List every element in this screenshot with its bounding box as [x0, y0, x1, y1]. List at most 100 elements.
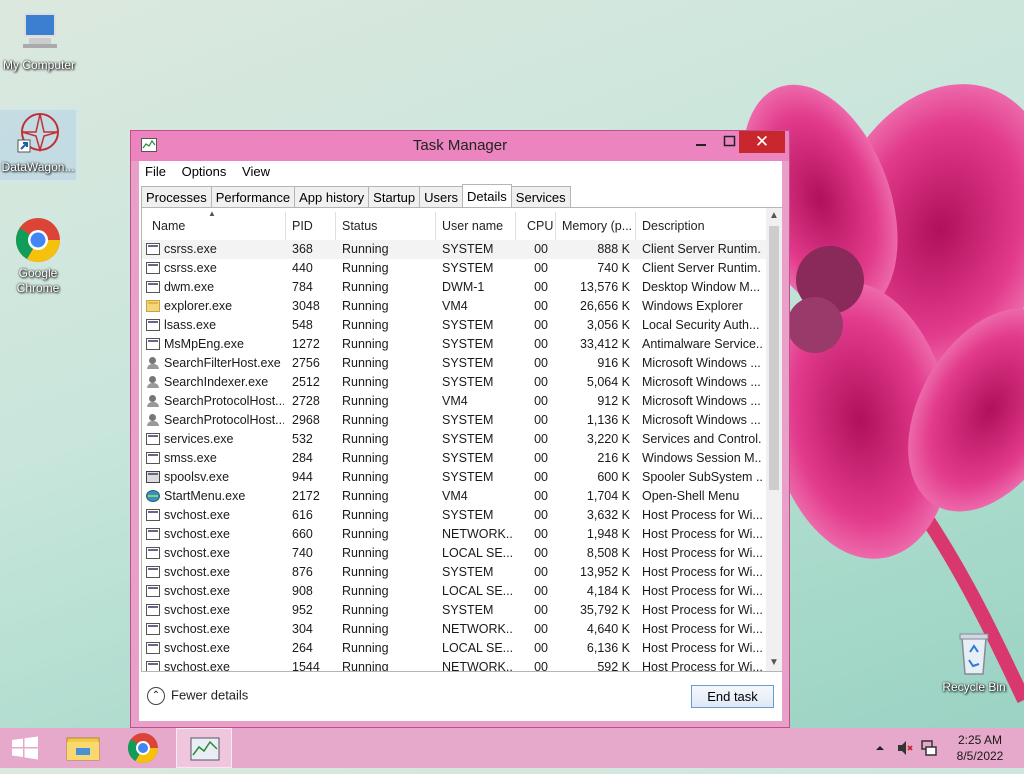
table-row[interactable]: svchost.exe 952 Running SYSTEM 00 35,792 K Hos… — [142, 601, 766, 620]
column-divider[interactable] — [515, 212, 516, 240]
start-button[interactable] — [0, 728, 56, 768]
column-header-user-name[interactable]: User name — [442, 219, 503, 233]
tab-performance[interactable]: Performance — [210, 186, 296, 207]
tab-startup[interactable]: Startup — [368, 186, 421, 207]
column-header-pid[interactable]: PID — [292, 219, 313, 233]
table-row[interactable]: explorer.exe 3048 Running VM4 00 26,656 K Wind… — [142, 297, 766, 316]
column-divider[interactable] — [635, 212, 636, 240]
tab-services[interactable]: Services — [510, 186, 571, 207]
vertical-scrollbar[interactable]: ▲ ▼ — [766, 208, 782, 671]
tab-processes[interactable]: Processes — [141, 186, 212, 207]
column-header-name[interactable]: Name — [152, 219, 185, 233]
cell-name: SearchIndexer.exe — [164, 375, 269, 389]
desktop-icon-label: Google Chrome — [16, 266, 60, 295]
table-row[interactable]: SearchIndexer.exe 2512 Running SYSTEM 00 5,06… — [142, 373, 766, 392]
table-row[interactable]: dwm.exe 784 Running DWM-1 00 13,576 K Desktop … — [142, 278, 766, 297]
scroll-down-icon[interactable]: ▼ — [766, 655, 782, 671]
column-header-status[interactable]: Status — [342, 219, 377, 233]
cell-pid: 368 — [292, 242, 313, 256]
end-task-button[interactable]: End task — [691, 685, 774, 708]
process-app-icon — [146, 338, 160, 350]
tab-details[interactable]: Details — [462, 184, 512, 207]
column-header-memory[interactable]: Memory (p... — [562, 219, 632, 233]
table-row[interactable]: svchost.exe 660 Running NETWORK... 00 1,948 K… — [142, 525, 766, 544]
show-hidden-icons-icon[interactable] — [874, 742, 886, 754]
taskbar-task-manager[interactable] — [176, 728, 232, 768]
column-header-description[interactable]: Description — [642, 219, 705, 233]
column-divider[interactable] — [435, 212, 436, 240]
cell-pid: 264 — [292, 641, 313, 655]
table-row[interactable]: MsMpEng.exe 1272 Running SYSTEM 00 33,412 K An… — [142, 335, 766, 354]
menu-view[interactable]: View — [236, 161, 276, 179]
table-row[interactable]: svchost.exe 876 Running SYSTEM 00 13,952 K Hos… — [142, 563, 766, 582]
cell-memory: 3,056 K — [586, 318, 630, 332]
minimize-icon — [696, 144, 706, 146]
table-row[interactable]: lsass.exe 548 Running SYSTEM 00 3,056 K Local … — [142, 316, 766, 335]
volume-muted-icon[interactable] — [896, 740, 914, 756]
table-row[interactable]: svchost.exe 740 Running LOCAL SE... 00 8,508 … — [142, 544, 766, 563]
cell-memory: 1,136 K — [586, 413, 630, 427]
cell-user: NETWORK... — [442, 660, 512, 671]
cell-memory: 35,792 K — [579, 603, 630, 617]
network-icon[interactable] — [920, 739, 938, 757]
cell-status: Running — [342, 261, 389, 275]
table-row[interactable]: svchost.exe 264 Running LOCAL SE... 00 6,136 … — [142, 639, 766, 658]
title-bar[interactable]: Task Manager ✕ — [131, 131, 789, 161]
scrollbar-thumb[interactable] — [769, 226, 779, 490]
column-divider[interactable] — [555, 212, 556, 240]
cell-cpu: 00 — [534, 318, 548, 332]
table-row[interactable]: SearchProtocolHost.... 2728 Running VM4 00 91… — [142, 392, 766, 411]
process-person-icon — [146, 414, 160, 426]
fewer-details-button[interactable]: ⌃ Fewer details — [147, 687, 248, 705]
process-app-icon — [146, 585, 160, 597]
cell-name: services.exe — [164, 432, 234, 446]
desktop-icon-google-chrome[interactable]: Google Chrome — [0, 216, 76, 296]
taskbar-file-explorer[interactable] — [56, 728, 112, 768]
close-button[interactable]: ✕ — [739, 131, 785, 153]
cell-desc: Windows Explorer — [642, 299, 743, 313]
cell-cpu: 00 — [534, 603, 548, 617]
system-clock[interactable]: 2:25 AM 8/5/2022 — [948, 732, 1012, 764]
table-row[interactable]: svchost.exe 1544 Running NETWORK... 00 592 K H… — [142, 658, 766, 671]
table-row[interactable]: SearchProtocolHost.... 2968 Running SYSTEM 0… — [142, 411, 766, 430]
table-row[interactable]: svchost.exe 304 Running NETWORK... 00 4,640 K… — [142, 620, 766, 639]
table-row[interactable]: StartMenu.exe 2172 Running VM4 00 1,704 K Open… — [142, 487, 766, 506]
menu-options[interactable]: Options — [176, 161, 233, 179]
table-row[interactable]: csrss.exe 440 Running SYSTEM 00 740 K Client S… — [142, 259, 766, 278]
cell-desc: Microsoft Windows ... — [642, 394, 761, 408]
table-row[interactable]: svchost.exe 616 Running SYSTEM 00 3,632 K Host… — [142, 506, 766, 525]
tab-users[interactable]: Users — [419, 186, 464, 207]
cell-user: VM4 — [442, 299, 468, 313]
cell-status: Running — [342, 356, 389, 370]
table-row[interactable]: spoolsv.exe 944 Running SYSTEM 00 600 K Spoole… — [142, 468, 766, 487]
cell-memory: 33,412 K — [579, 337, 630, 351]
table-row[interactable]: svchost.exe 908 Running LOCAL SE... 00 4,184 … — [142, 582, 766, 601]
table-row[interactable]: services.exe 532 Running SYSTEM 00 3,220 K Ser… — [142, 430, 766, 449]
table-row[interactable]: csrss.exe 368 Running SYSTEM 00 888 K Client S… — [142, 240, 766, 259]
column-header-cpu[interactable]: CPU — [527, 219, 553, 233]
cell-name: svchost.exe — [164, 660, 231, 671]
column-divider[interactable] — [285, 212, 286, 240]
cell-status: Running — [342, 565, 389, 579]
table-row[interactable]: SearchFilterHost.exe 2756 Running SYSTEM 00 9… — [142, 354, 766, 373]
menu-file[interactable]: File — [139, 161, 172, 179]
desktop-icon-datawagon[interactable]: DataWagon... — [0, 109, 77, 181]
taskbar-chrome[interactable] — [114, 728, 170, 768]
process-app-icon — [146, 547, 160, 559]
desktop-icon-recycle-bin[interactable]: Recycle Bin — [936, 630, 1012, 695]
cell-status: Running — [342, 242, 389, 256]
tab-app-history[interactable]: App history — [294, 186, 370, 207]
cell-status: Running — [342, 375, 389, 389]
desktop-icon-my-computer[interactable]: My Computer — [1, 8, 77, 73]
cell-pid: 304 — [292, 622, 313, 636]
cell-pid: 908 — [292, 584, 313, 598]
process-app-icon — [146, 661, 160, 671]
cell-status: Running — [342, 299, 389, 313]
table-row[interactable]: smss.exe 284 Running SYSTEM 00 216 K Windows S… — [142, 449, 766, 468]
column-divider[interactable] — [335, 212, 336, 240]
cell-desc: Host Process for Wi... — [642, 603, 762, 617]
cell-cpu: 00 — [534, 413, 548, 427]
cell-pid: 1272 — [292, 337, 320, 351]
minimize-button[interactable] — [687, 131, 715, 153]
scroll-up-icon[interactable]: ▲ — [766, 208, 782, 224]
